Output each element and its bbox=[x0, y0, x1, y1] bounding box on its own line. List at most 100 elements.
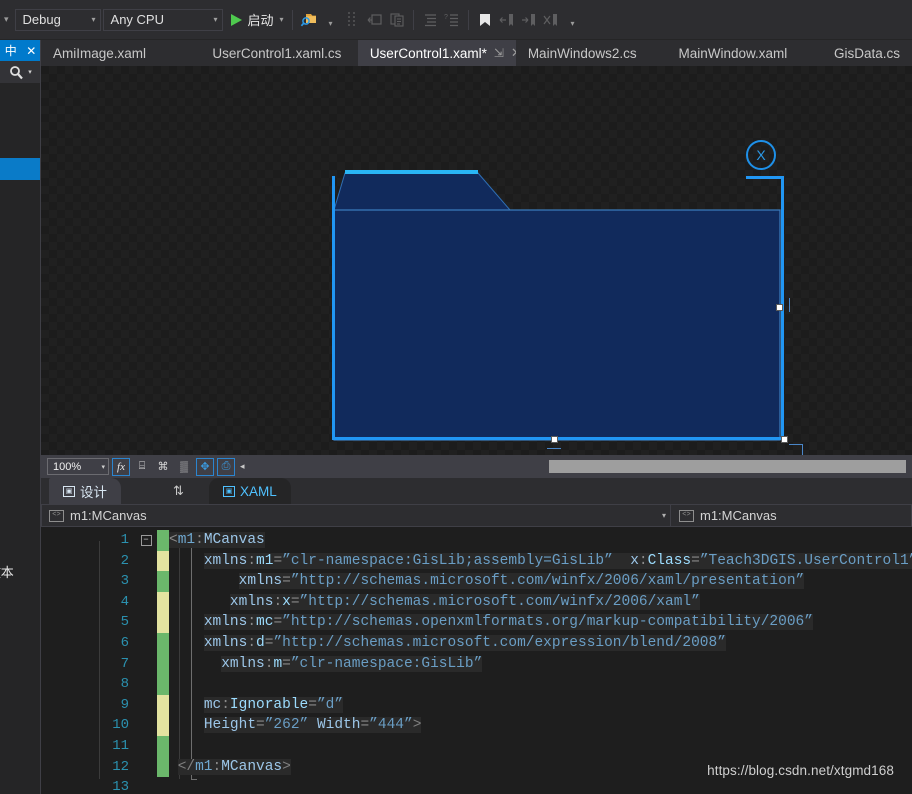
dropdown-caret-icon[interactable]: ▾ bbox=[320, 9, 342, 31]
code-line-text: xmlns:mc=”http://schemas.openxmlformats.… bbox=[203, 614, 813, 631]
selection-edge-top-right[interactable] bbox=[746, 176, 784, 179]
pin-tab-icon[interactable]: ⇲ bbox=[494, 46, 504, 60]
step-into-icon bbox=[364, 9, 386, 31]
change-mark bbox=[157, 694, 169, 716]
zoom-level-combo[interactable]: 100% ▾ bbox=[47, 458, 109, 475]
chevron-down-icon: ▾ bbox=[279, 15, 284, 24]
chevron-down-icon: ▾ bbox=[213, 15, 218, 24]
code-token: MCanvas bbox=[203, 532, 265, 548]
grid-button[interactable]: ⌸ bbox=[133, 458, 151, 476]
folder-graphic[interactable] bbox=[332, 152, 782, 442]
breadcrumb-member-selector[interactable]: <> m1:MCanvas bbox=[671, 504, 912, 527]
bookmark-icon[interactable] bbox=[474, 9, 496, 31]
code-line[interactable] bbox=[169, 777, 912, 794]
fold-cell bbox=[135, 592, 157, 613]
change-mark bbox=[157, 591, 169, 613]
close-icon[interactable]: ✕ bbox=[26, 44, 36, 58]
line-number: 7 bbox=[120, 655, 129, 672]
snap-to-gridlines-button[interactable]: ⌘ bbox=[154, 458, 172, 476]
selection-edge-bottom[interactable] bbox=[332, 437, 784, 440]
code-line[interactable]: xmlns:d=”http://schemas.microsoft.com/ex… bbox=[169, 633, 912, 654]
fold-margin[interactable]: − bbox=[135, 527, 157, 794]
fold-cell bbox=[135, 654, 157, 675]
fold-cell bbox=[135, 715, 157, 736]
code-line[interactable]: mc:Ignorable=”d” bbox=[169, 695, 912, 716]
xaml-designer-surface[interactable]: X bbox=[41, 66, 912, 455]
dock-selected-item[interactable] bbox=[0, 158, 41, 180]
snap-to-objects-button[interactable]: ✥ bbox=[196, 457, 214, 476]
tab-usercontrol1-xaml[interactable]: UserControl1.xaml* ⇲ ✕ bbox=[357, 40, 522, 66]
change-margin bbox=[157, 527, 169, 794]
code-token: ”clr-namespace:GisLib” bbox=[290, 655, 483, 672]
line-number: 3 bbox=[120, 573, 129, 590]
code-token: : bbox=[212, 758, 222, 775]
code-line[interactable]: xmlns:m=”clr-namespace:GisLib” bbox=[169, 654, 912, 675]
clear-bookmarks-icon bbox=[540, 9, 562, 31]
left-tool-dock: 中 ✕ ▾ 文本 bbox=[0, 40, 41, 794]
collapse-icon[interactable]: − bbox=[140, 534, 152, 546]
fold-cell bbox=[135, 777, 157, 794]
close-badge-button[interactable]: X bbox=[746, 140, 776, 170]
design-view-icon: ▣ bbox=[63, 485, 75, 497]
code-line[interactable] bbox=[169, 674, 912, 695]
dock-search-button[interactable]: ▾ bbox=[0, 61, 41, 83]
designer-hscroll-track[interactable] bbox=[341, 460, 549, 473]
document-tab-strip: AmiImage.xaml UserControl1.xaml.cs UserC… bbox=[0, 40, 912, 66]
breadcrumb-element-selector[interactable]: <> m1:MCanvas ▾ bbox=[41, 504, 671, 527]
code-line[interactable]: Height=”262” Width=”444”> bbox=[169, 715, 912, 736]
tab-xaml-view[interactable]: ▣ XAML bbox=[209, 478, 291, 504]
code-token: = bbox=[360, 717, 370, 734]
code-line-text: xmlns:m=”clr-namespace:GisLib” bbox=[221, 655, 483, 672]
dock-partial-label: 文本 bbox=[0, 562, 41, 580]
xaml-code-editor[interactable]: 1 2 3 4 5 6 7 8 9 10 11 12 13 − <m1:MCanvas xmlns:m1… bbox=[41, 527, 912, 794]
overflow-caret-icon[interactable]: ▾ bbox=[562, 9, 584, 31]
designer-hscroll-thumb[interactable] bbox=[549, 460, 906, 473]
show-code-button[interactable]: ⎙ bbox=[217, 457, 235, 476]
code-text-area[interactable]: <m1:MCanvas xmlns:m1=”clr-namespace:GisL… bbox=[169, 527, 912, 794]
code-token: ”444” bbox=[369, 717, 413, 734]
toolbar-divider-1 bbox=[291, 9, 293, 30]
line-number: 13 bbox=[112, 779, 129, 794]
code-line[interactable] bbox=[169, 736, 912, 757]
zoombar-overflow-arrow-icon[interactable]: ◂ bbox=[240, 461, 245, 472]
toolbar-overflow-caret-icon[interactable]: ▾ bbox=[0, 14, 13, 25]
tab-design-view[interactable]: ▣ 设计 bbox=[49, 478, 121, 504]
code-line[interactable]: <m1:MCanvas bbox=[169, 530, 912, 551]
code-line[interactable]: xmlns:x=”http://schemas.microsoft.com/wi… bbox=[169, 592, 912, 613]
transparency-button[interactable]: ▒ bbox=[175, 458, 193, 476]
tab-amiimage-xaml[interactable]: AmiImage.xaml bbox=[41, 40, 201, 66]
selection-bracket-right bbox=[789, 298, 790, 312]
start-debug-button[interactable]: 启动 ▾ bbox=[223, 10, 287, 29]
code-token: = bbox=[273, 614, 283, 631]
code-token: = bbox=[691, 552, 700, 569]
code-line[interactable]: xmlns:m1=”clr-namespace:GisLib;assembly=… bbox=[169, 551, 912, 572]
line-number: 10 bbox=[112, 717, 129, 734]
selection-edge-left[interactable] bbox=[332, 176, 335, 440]
line-number: 6 bbox=[120, 634, 129, 651]
chevron-down-icon[interactable]: ▾ bbox=[28, 68, 32, 76]
code-line[interactable]: xmlns:mc=”http://schemas.openxmlformats.… bbox=[169, 612, 912, 633]
search-folder-icon[interactable] bbox=[298, 9, 320, 31]
resize-handle-bottom-center[interactable] bbox=[551, 436, 558, 443]
tab-gisdata-cs[interactable]: GisData.cs bbox=[821, 40, 912, 66]
code-line-text: xmlns=”http://schemas.microsoft.com/winf… bbox=[238, 573, 805, 590]
code-line-text: Height=”262” Width=”444”> bbox=[203, 717, 422, 734]
solution-platform-combo[interactable]: Any CPU ▾ bbox=[102, 8, 223, 31]
tab-usercontrol1-xaml-cs[interactable]: UserControl1.xaml.cs bbox=[200, 40, 358, 66]
code-token: : bbox=[247, 614, 257, 631]
code-token: d bbox=[256, 634, 265, 651]
fold-cell[interactable]: − bbox=[135, 530, 157, 551]
resize-handle-bottom-right[interactable] bbox=[781, 436, 788, 443]
resize-handle-right-middle[interactable] bbox=[776, 304, 783, 311]
code-line[interactable]: xmlns=”http://schemas.microsoft.com/winf… bbox=[169, 571, 912, 592]
tab-mainwindows2-cs[interactable]: MainWindows2.cs bbox=[515, 40, 667, 66]
code-token: xmlns bbox=[238, 573, 283, 590]
line-number: 9 bbox=[120, 696, 129, 713]
pin-icon[interactable]: 中 bbox=[5, 42, 17, 59]
swap-panes-button[interactable]: ⇅ bbox=[159, 478, 198, 504]
code-token: ”Teach3DGIS.UserControl1” bbox=[699, 552, 912, 569]
tab-mainwindow-xaml[interactable]: MainWindow.xaml bbox=[666, 40, 822, 66]
solution-configuration-combo[interactable]: Debug ▾ bbox=[14, 8, 101, 31]
effects-fx-button[interactable]: fx bbox=[112, 457, 130, 476]
code-token: < bbox=[169, 532, 178, 548]
